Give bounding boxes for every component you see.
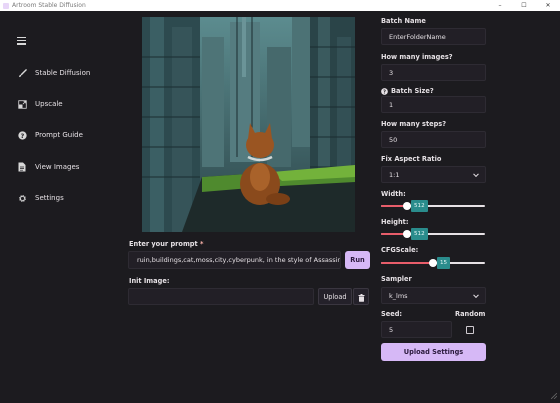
seed-input[interactable]: 5 [381, 321, 452, 338]
app-logo-icon [3, 2, 9, 9]
slider-handle[interactable] [429, 259, 437, 267]
prompt-input[interactable]: ruin,buildings,cat,moss,city,cyberpunk, … [128, 251, 341, 269]
help-icon[interactable]: ? [381, 87, 388, 95]
upload-image-button[interactable]: Upload [318, 288, 352, 305]
app-window: Artroom Stable Diffusion – ☐ ✕ Stable Di… [0, 0, 560, 400]
trash-icon [358, 287, 365, 306]
slider-handle[interactable] [403, 230, 411, 238]
slider-fill [381, 262, 433, 264]
batch-size-input[interactable]: 1 [381, 96, 486, 113]
sidebar-item-label: Upscale [35, 100, 63, 108]
prompt-label: Enter your prompt * [129, 240, 204, 248]
title-bar: Artroom Stable Diffusion – ☐ ✕ [0, 0, 560, 11]
upload-settings-button[interactable]: Upload Settings [381, 343, 486, 361]
resize-grip-icon[interactable] [550, 384, 558, 400]
slider-value: 512 [411, 228, 428, 240]
aspect-ratio-select[interactable]: 1:1 [381, 166, 486, 183]
images-count-label: How many images? [381, 53, 453, 61]
sidebar: Stable Diffusion Upscale ? Prompt Guide … [0, 11, 120, 393]
maximize-button[interactable]: ☐ [512, 0, 536, 11]
question-circle-icon: ? [17, 130, 27, 140]
steps-input[interactable]: 50 [381, 131, 486, 148]
batch-name-input[interactable]: EnterFolderName [381, 28, 486, 45]
sidebar-item-settings[interactable]: Settings [0, 188, 120, 208]
sidebar-item-view-images[interactable]: View Images [0, 157, 120, 177]
sampler-label: Sampler [381, 275, 412, 283]
width-label: Width: [381, 190, 406, 198]
hamburger-menu-icon[interactable] [17, 37, 26, 45]
cfg-scale-slider[interactable]: 15 [381, 257, 485, 269]
svg-text:?: ? [383, 89, 386, 95]
run-button[interactable]: Run [345, 251, 370, 269]
sidebar-item-label: View Images [35, 163, 80, 171]
chevron-down-icon [473, 170, 479, 177]
init-image-label: Init Image: [129, 277, 170, 285]
brush-icon [17, 68, 27, 78]
generated-image [142, 17, 355, 232]
sidebar-item-prompt-guide[interactable]: ? Prompt Guide [0, 125, 120, 145]
delete-image-button[interactable] [353, 288, 369, 305]
init-image-input[interactable] [128, 288, 314, 305]
images-count-input[interactable]: 3 [381, 64, 486, 81]
sidebar-item-label: Settings [35, 194, 64, 202]
height-label: Height: [381, 218, 409, 226]
width-slider[interactable]: 512 [381, 200, 485, 212]
upscale-icon [17, 99, 27, 109]
random-label: Random [455, 310, 486, 318]
cfg-scale-label: CFGScale: [381, 246, 419, 254]
chevron-down-icon [473, 291, 479, 298]
steps-label: How many steps? [381, 120, 447, 128]
slider-handle[interactable] [403, 202, 411, 210]
sidebar-item-upscale[interactable]: Upscale [0, 94, 120, 114]
batch-name-label: Batch Name [381, 17, 426, 25]
slider-value: 15 [437, 257, 451, 269]
sampler-select[interactable]: k_lms [381, 287, 486, 304]
svg-text:?: ? [20, 132, 24, 139]
slider-value: 512 [411, 200, 428, 212]
close-button[interactable]: ✕ [536, 0, 560, 11]
random-checkbox[interactable] [466, 326, 474, 334]
aspect-ratio-label: Fix Aspect Ratio [381, 155, 442, 163]
batch-size-label: ? Batch Size? [381, 87, 434, 95]
window-title: Artroom Stable Diffusion [12, 2, 86, 9]
gear-icon [17, 193, 27, 203]
sidebar-item-label: Stable Diffusion [35, 69, 91, 77]
required-marker: * [199, 240, 204, 248]
minimize-button[interactable]: – [488, 0, 512, 11]
height-slider[interactable]: 512 [381, 228, 485, 240]
sidebar-item-stable-diffusion[interactable]: Stable Diffusion [0, 63, 120, 83]
seed-label: Seed: [381, 310, 403, 318]
document-icon [17, 162, 27, 172]
sidebar-item-label: Prompt Guide [35, 131, 83, 139]
